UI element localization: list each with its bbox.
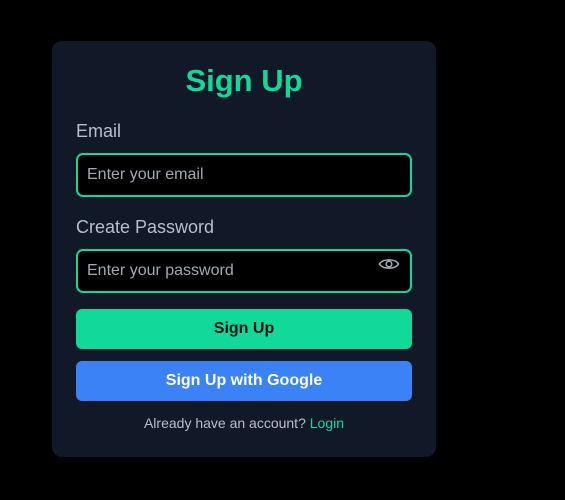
login-link[interactable]: Login — [310, 415, 344, 431]
login-prompt: Already have an account? Login — [52, 415, 436, 431]
eye-icon[interactable] — [378, 256, 400, 272]
login-prompt-text: Already have an account? — [143, 415, 306, 431]
sign-up-button[interactable]: Sign Up — [76, 309, 412, 349]
password-field-wrapper — [76, 249, 412, 293]
sign-up-with-google-button[interactable]: Sign Up with Google — [76, 361, 412, 401]
email-field[interactable] — [78, 155, 410, 195]
email-label: Email — [76, 121, 122, 141]
password-label: Create Password — [76, 217, 215, 237]
email-field-wrapper — [76, 153, 412, 197]
page-title: Sign Up — [185, 63, 303, 98]
signup-card: Sign Up Email Create Password Sign Up Si… — [52, 41, 436, 457]
password-field[interactable] — [78, 251, 410, 291]
